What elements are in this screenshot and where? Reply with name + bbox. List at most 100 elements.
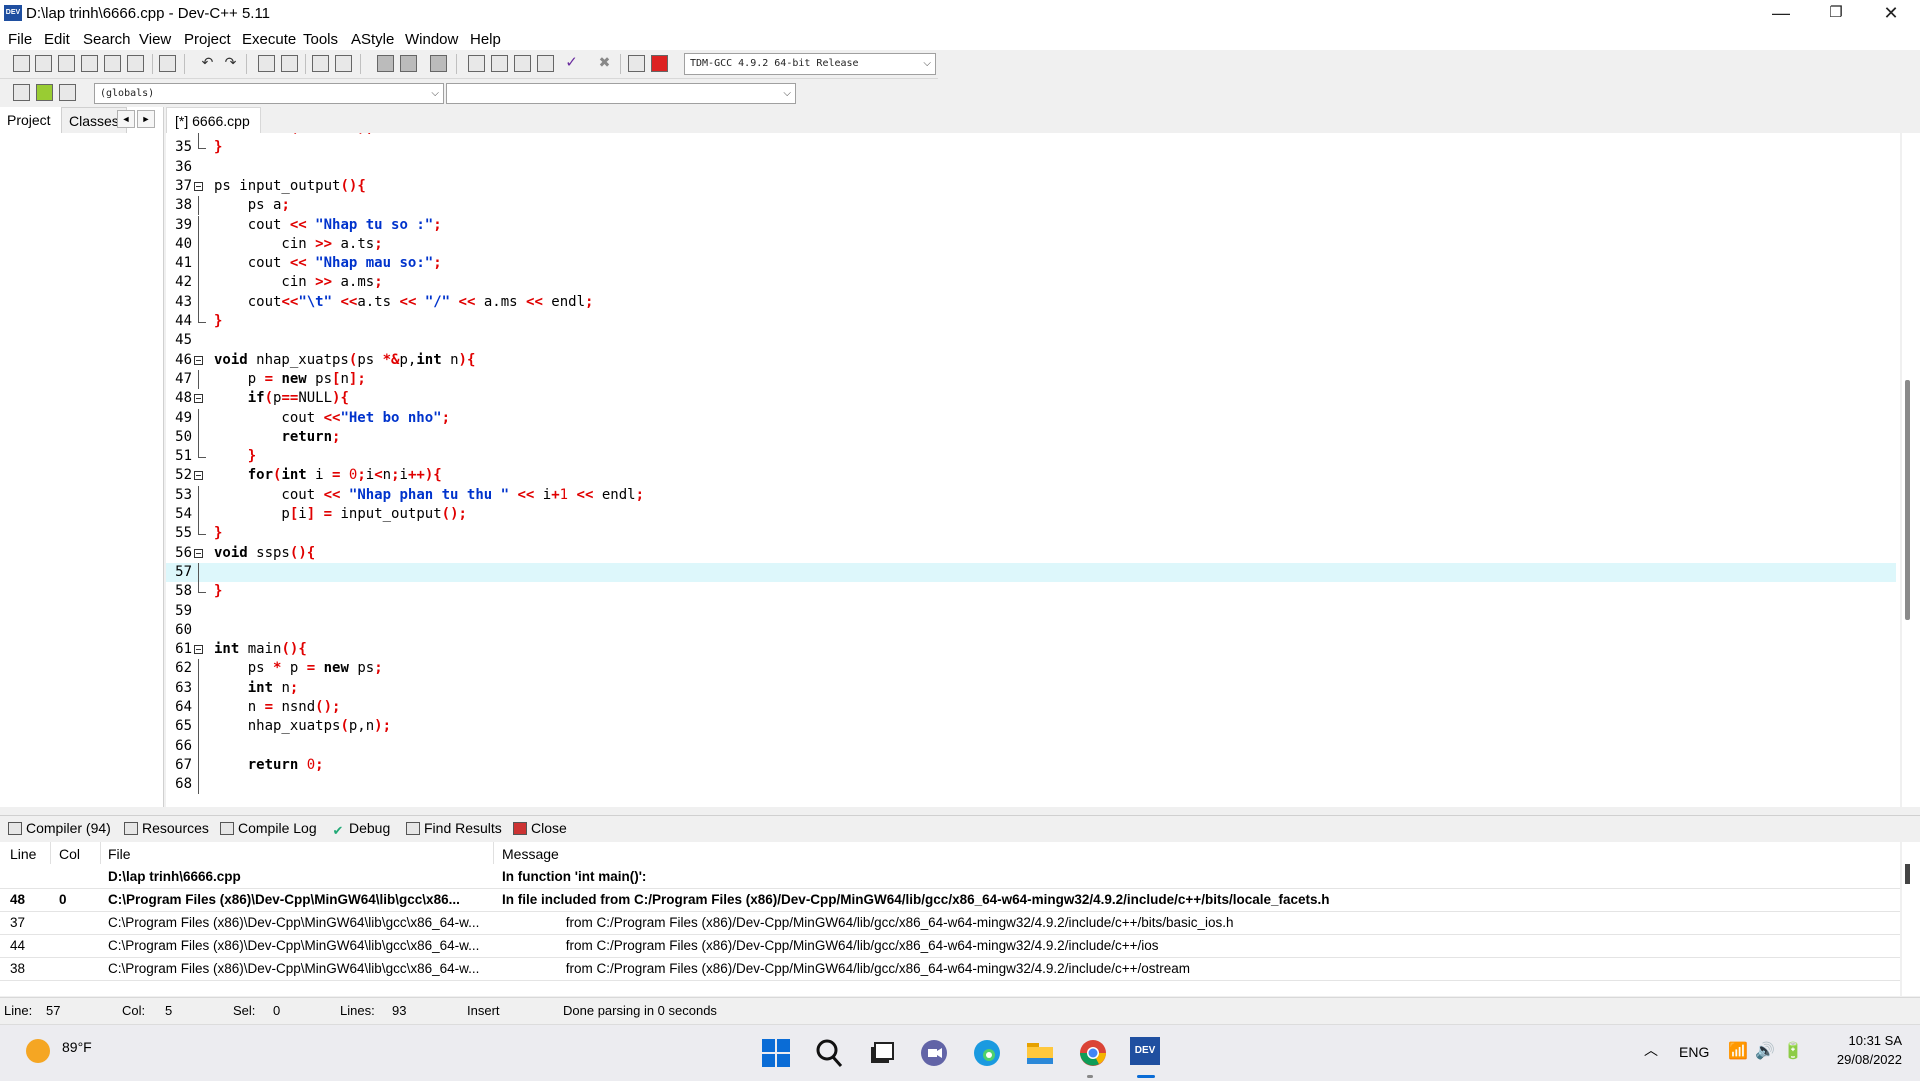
code-line[interactable]: 56 void ssps(){: [166, 544, 1896, 563]
restore-button[interactable]: ❐: [1811, 0, 1861, 28]
code-line[interactable]: 53 cout << "Nhap phan tu thu " << i+1 <<…: [166, 485, 1896, 505]
rebuild-all-icon[interactable]: [537, 55, 554, 72]
code-line[interactable]: 63 int n;: [166, 678, 1896, 698]
code-line[interactable]: 38 ps a;: [166, 196, 1896, 216]
show-hidden-icons-icon[interactable]: ︿: [1644, 1040, 1658, 1060]
code-line[interactable]: 55}: [166, 524, 1896, 543]
goto-line-icon[interactable]: [335, 55, 352, 72]
code-line[interactable]: 61 int main(){: [166, 640, 1896, 659]
column-header-line[interactable]: Line: [10, 846, 36, 862]
code-line[interactable]: 64 n = nsnd();: [166, 698, 1896, 718]
code-line[interactable]: 60: [166, 621, 1896, 640]
save-icon[interactable]: [58, 55, 75, 72]
tab-find-results[interactable]: Find Results: [406, 820, 502, 836]
fold-toggle-icon[interactable]: [194, 645, 203, 655]
message-row[interactable]: 44 C:\Program Files (x86)\Dev-Cpp\MinGW64…: [0, 934, 1900, 958]
language-indicator[interactable]: ENG: [1679, 1044, 1709, 1060]
tab-project[interactable]: Project: [0, 107, 58, 133]
messages-vertical-scrollbar[interactable]: [1902, 842, 1920, 996]
teams-chat-icon[interactable]: [918, 1037, 950, 1069]
globals-select[interactable]: (globals) ⌵: [94, 83, 444, 104]
code-line[interactable]: 67 return 0;: [166, 755, 1896, 776]
chrome-browser-icon[interactable]: [1077, 1037, 1109, 1069]
code-line[interactable]: 36: [166, 158, 1896, 177]
code-line[interactable]: 47 p = new ps[n];: [166, 369, 1896, 390]
tab-debug[interactable]: ✔ Debug: [331, 820, 391, 838]
code-line[interactable]: 58}: [166, 582, 1896, 601]
code-line[interactable]: 52 for(int i = 0;i<n;i++){: [166, 466, 1896, 485]
menu-search[interactable]: Search: [83, 31, 131, 48]
project-options-icon[interactable]: [430, 55, 447, 72]
goto-declaration-icon[interactable]: [36, 84, 53, 101]
tab-nav-next-button[interactable]: ►: [137, 110, 155, 128]
close-all-icon[interactable]: [127, 55, 144, 72]
code-editor[interactable]: 34 while(tam <=0);35}3637ps input_output…: [166, 133, 1900, 807]
editor-tab-6666-cpp[interactable]: [*] 6666.cpp: [166, 107, 261, 133]
code-line[interactable]: 66: [166, 736, 1896, 756]
column-header-message[interactable]: Message: [502, 846, 559, 862]
menu-window[interactable]: Window: [405, 31, 458, 48]
redo-icon[interactable]: ↷: [222, 55, 239, 72]
compile-run-icon[interactable]: [514, 55, 531, 72]
new-project-icon[interactable]: [377, 55, 394, 72]
devcpp-taskbar-icon[interactable]: DEV: [1130, 1037, 1162, 1069]
menu-project[interactable]: Project: [184, 31, 231, 48]
code-line[interactable]: 62 ps * p = new ps;: [166, 659, 1896, 679]
battery-icon[interactable]: 🔋: [1783, 1041, 1803, 1061]
compile-icon[interactable]: [468, 55, 485, 72]
message-row[interactable]: 38 C:\Program Files (x86)\Dev-Cpp\MinGW64…: [0, 957, 1900, 981]
editor-scroll-thumb[interactable]: [1905, 380, 1910, 620]
print-icon[interactable]: [159, 55, 176, 72]
message-row[interactable]: 48 0 C:\Program Files (x86)\Dev-Cpp\MinGW6…: [0, 888, 1900, 912]
fold-toggle-icon[interactable]: [194, 471, 203, 481]
tab-nav-prev-button[interactable]: ◄: [117, 110, 135, 128]
file-explorer-icon[interactable]: [1024, 1037, 1056, 1069]
save-all-icon[interactable]: [81, 55, 98, 72]
code-line[interactable]: 39 cout << "Nhap tu so :";: [166, 215, 1896, 235]
open-file-icon[interactable]: [35, 55, 52, 72]
menu-help[interactable]: Help: [470, 31, 501, 48]
messages-scroll-thumb[interactable]: [1905, 864, 1910, 884]
code-line[interactable]: 54 p[i] = input_output();: [166, 505, 1896, 525]
close-file-icon[interactable]: [104, 55, 121, 72]
replace-icon[interactable]: [281, 55, 298, 72]
menu-edit[interactable]: Edit: [44, 31, 70, 48]
fold-toggle-icon[interactable]: [194, 181, 203, 191]
clock-date[interactable]: 29/08/2022: [1826, 1052, 1902, 1067]
find-icon[interactable]: [258, 55, 275, 72]
syntax-check-icon[interactable]: ✓: [563, 55, 580, 72]
fold-toggle-icon[interactable]: [194, 394, 203, 404]
column-header-col[interactable]: Col: [59, 846, 80, 862]
code-line[interactable]: 48 if(p==NULL){: [166, 389, 1896, 408]
code-line[interactable]: 35}: [166, 138, 1896, 157]
menu-tools[interactable]: Tools: [303, 31, 338, 48]
menu-execute[interactable]: Execute: [242, 31, 296, 48]
windows-start-icon[interactable]: [760, 1037, 792, 1069]
tab-resources[interactable]: Resources: [124, 820, 209, 836]
run-icon[interactable]: [491, 55, 508, 72]
tab-close[interactable]: Close: [513, 820, 567, 836]
code-line[interactable]: 50 return;: [166, 427, 1896, 448]
edge-browser-icon[interactable]: [971, 1037, 1003, 1069]
code-line[interactable]: 51 }: [166, 447, 1896, 466]
code-line[interactable]: 42 cin >> a.ms;: [166, 273, 1896, 293]
code-line[interactable]: 45: [166, 331, 1896, 350]
code-line[interactable]: 34 while(tam <=0);: [166, 133, 1896, 139]
code-line[interactable]: 40 cin >> a.ts;: [166, 234, 1896, 255]
weather-temperature[interactable]: 89°F: [62, 1039, 92, 1055]
search-icon[interactable]: [813, 1037, 845, 1069]
code-line[interactable]: 37 ps input_output(){: [166, 177, 1896, 196]
code-line[interactable]: 59: [166, 602, 1896, 621]
toggle-bookmark-icon[interactable]: [59, 84, 76, 101]
minimize-button[interactable]: —: [1756, 0, 1806, 28]
wifi-icon[interactable]: 📶: [1728, 1041, 1748, 1061]
volume-icon[interactable]: 🔊: [1755, 1041, 1775, 1061]
debug-icon[interactable]: [651, 55, 668, 72]
code-line[interactable]: 57: [166, 562, 1896, 583]
tab-compile-log[interactable]: Compile Log: [220, 820, 317, 836]
weather-icon[interactable]: [26, 1039, 50, 1063]
code-line[interactable]: 68: [166, 775, 1896, 795]
code-line[interactable]: 44}: [166, 312, 1896, 331]
profile-icon[interactable]: [628, 55, 645, 72]
fold-toggle-icon[interactable]: [194, 355, 203, 365]
